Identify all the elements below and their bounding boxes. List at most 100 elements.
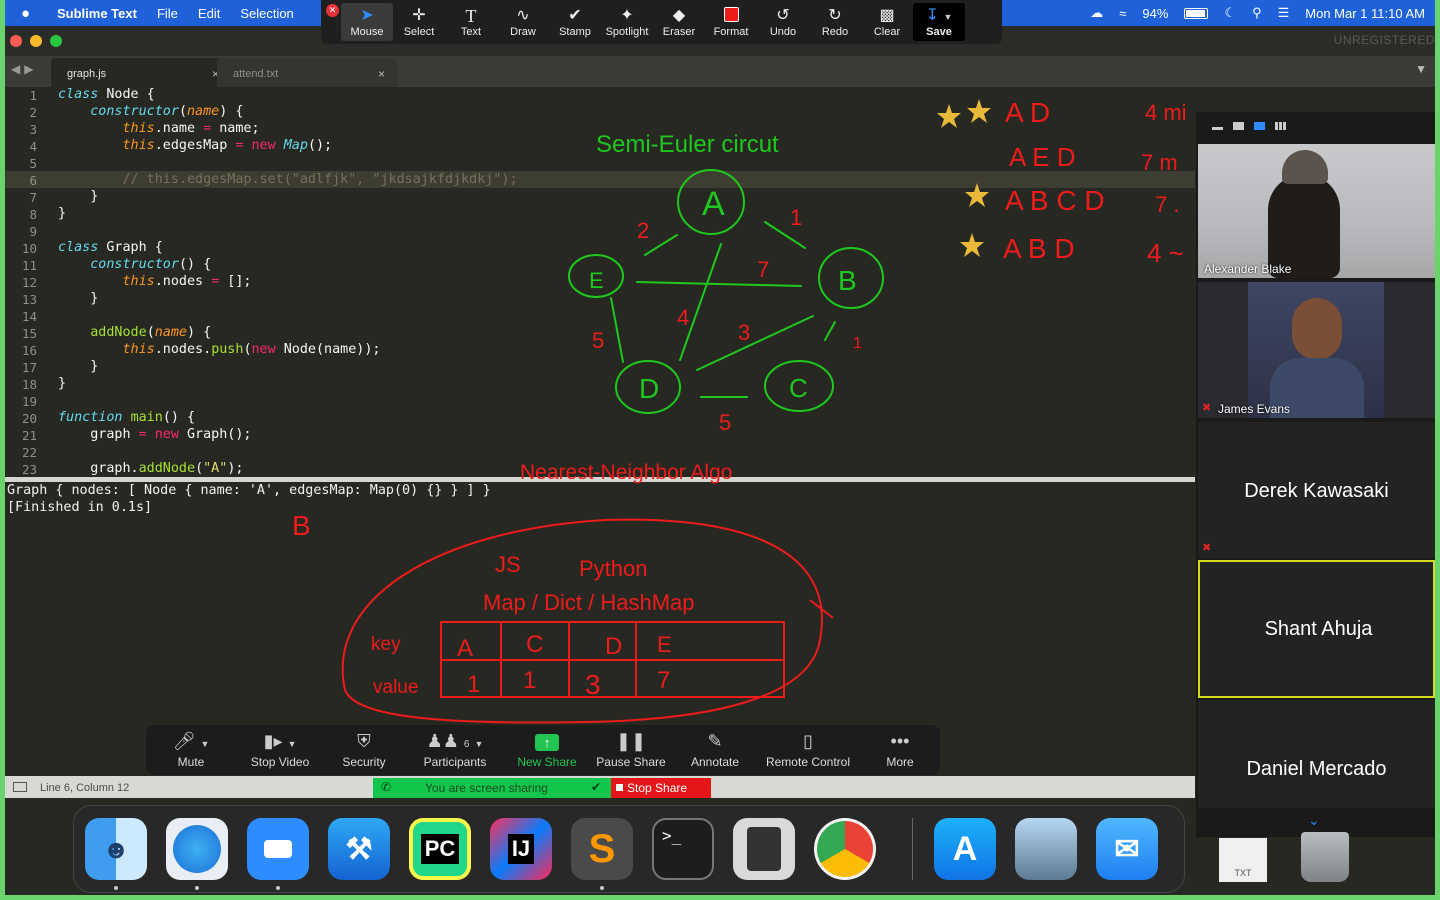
annotation-toolbar: ➤ Mouse ✛ Select T Text ∿ Draw ✔ Stamp ✦ Spotl… (321, 0, 1002, 44)
participant-tile[interactable]: Alexander Blake (1198, 144, 1435, 278)
tab-overflow-chevron-icon[interactable]: ▼ (1415, 62, 1427, 76)
spotlight-search-icon[interactable]: ⚲ (1252, 5, 1262, 21)
tool-mouse[interactable]: ➤ Mouse (341, 3, 393, 41)
screen-sharing-status[interactable]: ✆ You are screen sharing ✔ (373, 778, 611, 798)
tool-select[interactable]: ✛ Select (393, 3, 445, 41)
line-number: 14 (21, 309, 37, 324)
mouse-icon: ▯ (803, 731, 813, 751)
ellipsis-icon: ••• (890, 731, 910, 751)
participant-tile[interactable]: Derek Kawasaki ✖ (1198, 422, 1435, 558)
safari-icon[interactable] (166, 818, 228, 880)
running-indicator (195, 886, 199, 890)
xcode-icon[interactable]: ⚒ (328, 818, 390, 880)
tool-draw[interactable]: ∿ Draw (497, 3, 549, 41)
code-line: this.nodes.push(new Node(name)); (122, 342, 381, 357)
tool-format[interactable]: Format (705, 3, 757, 41)
more-button[interactable]: ••• More (860, 731, 940, 775)
tool-spotlight[interactable]: ✦ Spotlight (601, 3, 653, 41)
muted-mic-icon: ✖ (1202, 402, 1212, 414)
tool-eraser[interactable]: ◆ Eraser (653, 3, 705, 41)
dock-separator (912, 818, 913, 880)
stop-square-icon (616, 784, 623, 791)
tool-save[interactable]: ↧ ▼ Save (913, 3, 965, 41)
participant-tile[interactable]: Daniel Mercado (1198, 700, 1435, 808)
tab-nav-arrows-icon[interactable]: ◀▶ (11, 62, 37, 76)
tool-clear[interactable]: ▩ Clear (861, 3, 913, 41)
participant-tile[interactable]: ✖ James Evans (1198, 282, 1435, 418)
trash-icon[interactable] (1301, 832, 1349, 882)
annotation-close-icon[interactable]: ✕ (326, 4, 339, 17)
terminal-icon[interactable]: >_ (652, 818, 714, 880)
line-number: 21 (21, 428, 37, 443)
window-close-button[interactable] (10, 35, 22, 47)
intellij-icon[interactable]: IJ (490, 818, 552, 880)
tool-text[interactable]: T Text (445, 3, 497, 41)
battery-percent: 94% (1142, 5, 1169, 21)
pycharm-icon[interactable]: PC (409, 818, 471, 880)
battery-icon[interactable] (1184, 7, 1209, 19)
tool-redo[interactable]: ↻ Redo (809, 3, 861, 41)
tab-close-icon[interactable]: × (378, 67, 385, 81)
tool-undo[interactable]: ↺ Undo (757, 3, 809, 41)
code-line: this.name = name; (122, 121, 260, 136)
menu-file[interactable]: File (157, 6, 178, 21)
app-store-icon[interactable]: A (934, 818, 996, 880)
gallery-view-controls (1196, 112, 1435, 144)
control-center-icon[interactable]: ☰ (1278, 5, 1290, 21)
minimize-view-icon[interactable] (1212, 127, 1223, 130)
mute-button[interactable]: 🎤︎ ▼ Mute (146, 731, 236, 775)
do-not-disturb-icon[interactable]: ☾ (1224, 5, 1236, 21)
line-number: 22 (21, 445, 37, 460)
wifi-icon[interactable]: ≈ (1119, 6, 1126, 21)
shield-icon: ⛨ (357, 731, 371, 751)
line-number: 13 (21, 292, 37, 307)
menu-selection[interactable]: Selection (240, 6, 293, 21)
code-line: } (58, 291, 99, 306)
chrome-icon[interactable] (814, 818, 876, 880)
share-screen-arrow-icon: ↑ (535, 731, 559, 755)
line-number: 11 (21, 258, 37, 273)
menubar-status: ☁ ≈ 94% ☾ ⚲ ☰ Mon Mar 1 11:10 AM (1090, 0, 1425, 26)
line-number: 1 (29, 88, 37, 103)
speaker-view-icon[interactable] (1233, 122, 1244, 130)
participant-tile-active-speaker[interactable]: Shant Ahuja (1198, 560, 1435, 698)
window-minimize-button[interactable] (30, 35, 42, 47)
code-editor[interactable]: 1 2 3 4 5 6 7 8 9 10 11 12 13 14 15 16 17 18 19 20 21 22 23 cl… (5, 87, 1195, 477)
cloud-upload-icon[interactable]: ☁ (1090, 5, 1103, 21)
running-indicator (114, 886, 118, 890)
line-number: 15 (21, 326, 37, 341)
new-share-button[interactable]: ↑ New Share (506, 731, 588, 775)
grid-view-icon[interactable] (1275, 122, 1286, 130)
code-line: function main() { (58, 410, 196, 425)
remote-control-button[interactable]: ▯ Remote Control (756, 731, 860, 775)
tab-attend-txt[interactable]: attend.txt × (217, 58, 397, 87)
stop-video-button[interactable]: ▮▸ ▼ Stop Video (236, 731, 324, 775)
participants-button[interactable]: ♟♟ 6 ▼ Participants (404, 731, 506, 775)
zoom-icon[interactable] (247, 818, 309, 880)
apple-icon[interactable]: ● (21, 5, 41, 22)
txt-file-icon[interactable]: TXT (1219, 838, 1267, 882)
finder-icon[interactable]: ☻ (85, 818, 147, 880)
code-line: class Graph { (58, 240, 163, 255)
sublime-text-icon[interactable]: S (571, 818, 633, 880)
menu-edit[interactable]: Edit (198, 6, 220, 21)
menu-app-name[interactable]: Sublime Text (57, 6, 137, 21)
panel-toggle-icon[interactable] (13, 782, 27, 792)
mail-icon[interactable]: ✉ (1096, 818, 1158, 880)
annotate-button[interactable]: ✎ Annotate (674, 731, 756, 775)
tab-graph-js[interactable]: graph.js × (51, 58, 231, 87)
strip-view-icon[interactable] (1254, 122, 1265, 130)
security-button[interactable]: ⛨ Security (324, 731, 404, 775)
calculator-icon[interactable] (733, 818, 795, 880)
stop-share-button[interactable]: Stop Share (611, 778, 711, 798)
window-zoom-button[interactable] (50, 35, 62, 47)
tool-stamp[interactable]: ✔ Stamp (549, 3, 601, 41)
menubar-clock[interactable]: Mon Mar 1 11:10 AM (1305, 6, 1425, 21)
line-number: 8 (29, 207, 37, 222)
mouse-pointer-icon: ➤ (360, 7, 374, 24)
gallery-scroll-down-chevron-icon[interactable]: ⌄ (1308, 812, 1320, 829)
line-number: 17 (21, 360, 37, 375)
preview-icon[interactable] (1015, 818, 1077, 880)
pause-share-button[interactable]: ❚❚ Pause Share (588, 731, 674, 775)
checkmark-icon: ✔ (568, 7, 582, 24)
